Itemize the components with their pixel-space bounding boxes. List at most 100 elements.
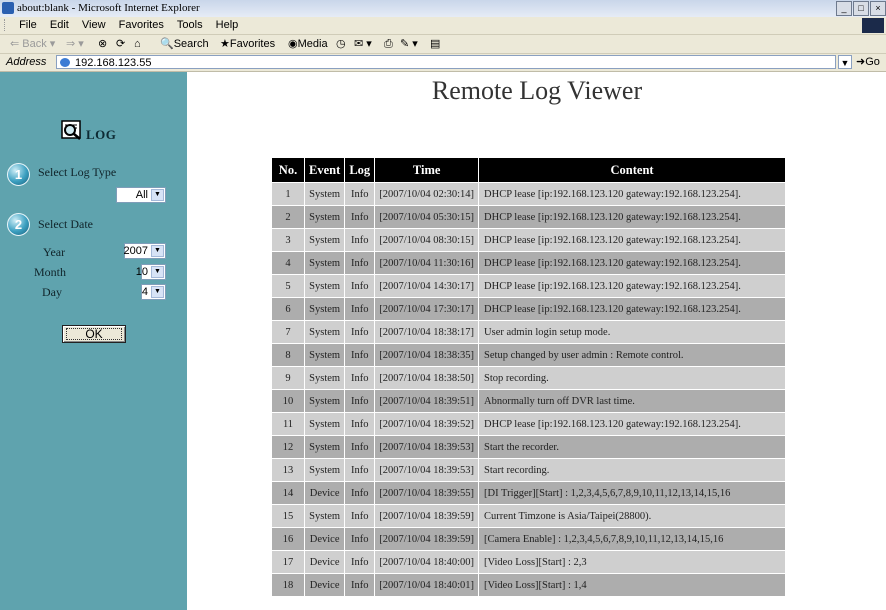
log-table: No. Event Log Time Content 1 System Info [2…: [271, 157, 787, 597]
address-dropdown-button[interactable]: ▼: [838, 55, 852, 69]
search-icon: 🔍: [160, 38, 174, 50]
ok-focus-ring: [66, 328, 122, 340]
step-2-badge: 2: [7, 213, 30, 236]
month-select[interactable]: 10 ▼: [136, 264, 166, 280]
cell-time: [2007/10/04 18:39:59]: [374, 527, 480, 551]
cell-time: [2007/10/04 02:30:14]: [374, 182, 480, 206]
cell-event: System: [303, 458, 346, 482]
discuss-icon[interactable]: ▤: [430, 35, 440, 53]
cell-event: System: [303, 343, 346, 367]
edit-icon[interactable]: ✎ ▾: [400, 35, 418, 53]
media-icon: ◉: [288, 38, 298, 50]
window-controls: _ □ ×: [835, 1, 886, 16]
cell-log: Info: [344, 343, 376, 367]
cell-event: System: [303, 228, 346, 252]
table-row: 5 System Info [2007/10/04 14:30:17] DHCP lea…: [271, 274, 787, 298]
cell-time: [2007/10/04 18:38:50]: [374, 366, 480, 390]
ok-button[interactable]: OK: [62, 325, 126, 343]
log-type-value: All: [135, 189, 148, 201]
cell-content: Start the recorder.: [478, 435, 787, 459]
table-row: 10 System Info [2007/10/04 18:39:51] Abnorma…: [271, 389, 787, 413]
ie-icon: [2, 2, 14, 14]
media-label: Media: [297, 38, 328, 50]
table-row: 17 Device Info [2007/10/04 18:40:00] [Video …: [271, 550, 787, 574]
cell-log: Info: [344, 182, 376, 206]
cell-event: System: [303, 205, 346, 229]
cell-content: DHCP lease [ip:192.168.123.120 gateway:1…: [478, 297, 787, 321]
menu-favorites[interactable]: Favorites: [114, 17, 169, 34]
cell-no: 1: [271, 182, 305, 206]
cell-no: 15: [271, 504, 305, 528]
menu-edit[interactable]: Edit: [45, 17, 74, 34]
cell-time: [2007/10/04 17:30:17]: [374, 297, 480, 321]
cell-content: DHCP lease [ip:192.168.123.120 gateway:1…: [478, 274, 787, 298]
maximize-button[interactable]: □: [853, 1, 869, 16]
search-label: Search: [173, 38, 209, 50]
media-button[interactable]: ◉Media: [288, 35, 328, 53]
address-input[interactable]: 192.168.123.55: [56, 55, 836, 69]
cell-event: System: [303, 412, 346, 436]
page-title: Remote Log Viewer: [431, 76, 643, 105]
chevron-down-icon: ▼: [151, 266, 164, 278]
home-icon[interactable]: ⌂: [134, 35, 141, 53]
menu-file[interactable]: File: [14, 17, 42, 34]
cell-log: Info: [344, 274, 376, 298]
select-log-type-label: Select Log Type: [38, 165, 117, 179]
cell-time: [2007/10/04 14:30:17]: [374, 274, 480, 298]
table-row: 15 System Info [2007/10/04 18:39:59] Current…: [271, 504, 787, 528]
cell-event: System: [303, 320, 346, 344]
toolbar-grip[interactable]: [4, 19, 8, 31]
print-icon[interactable]: ⎙: [384, 35, 393, 53]
mail-icon[interactable]: ✉ ▾: [354, 35, 372, 53]
menu-view[interactable]: View: [77, 17, 111, 34]
forward-button[interactable]: ⇒ ▾: [66, 35, 84, 53]
close-button[interactable]: ×: [870, 1, 886, 16]
year-value: 2007: [123, 245, 148, 257]
cell-content: DHCP lease [ip:192.168.123.120 gateway:1…: [478, 412, 787, 436]
back-arrow-icon: ⇐: [10, 38, 20, 50]
cell-log: Info: [344, 527, 376, 551]
cell-content: DHCP lease [ip:192.168.123.120 gateway:1…: [478, 251, 787, 275]
cell-log: Info: [344, 481, 376, 505]
favorites-button[interactable]: ★Favorites: [220, 35, 275, 53]
cell-time: [2007/10/04 18:39:53]: [374, 458, 480, 482]
cell-log: Info: [344, 205, 376, 229]
cell-time: [2007/10/04 18:39:55]: [374, 481, 480, 505]
month-value: 10: [135, 266, 148, 278]
cell-event: Device: [303, 481, 346, 505]
favorites-label: Favorites: [229, 38, 276, 50]
cell-log: Info: [344, 366, 376, 390]
year-select[interactable]: 2007 ▼: [124, 243, 166, 259]
table-row: 12 System Info [2007/10/04 18:39:53] Start t…: [271, 435, 787, 459]
minimize-button[interactable]: _: [836, 1, 852, 16]
cell-time: [2007/10/04 18:39:51]: [374, 389, 480, 413]
history-icon[interactable]: ◷: [336, 35, 346, 53]
cell-log: Info: [344, 412, 376, 436]
cell-no: 6: [271, 297, 305, 321]
cell-log: Info: [344, 297, 376, 321]
col-header-no: No.: [271, 157, 305, 183]
menu-tools[interactable]: Tools: [172, 17, 208, 34]
cell-event: System: [303, 182, 346, 206]
go-button[interactable]: ➜Go: [856, 54, 880, 71]
cell-event: Device: [303, 573, 346, 597]
cell-time: [2007/10/04 18:39:59]: [374, 504, 480, 528]
cell-content: Stop recording.: [478, 366, 787, 390]
day-select[interactable]: 4 ▼: [141, 284, 166, 300]
go-arrow-icon: ➜: [856, 56, 866, 68]
stop-icon[interactable]: ⊗: [98, 35, 107, 53]
menu-help[interactable]: Help: [211, 17, 244, 34]
log-type-select[interactable]: All ▼: [116, 187, 166, 203]
cell-no: 17: [271, 550, 305, 574]
cell-log: Info: [344, 435, 376, 459]
cell-time: [2007/10/04 05:30:15]: [374, 205, 480, 229]
cell-content: Current Timzone is Asia/Taipei(28800).: [478, 504, 787, 528]
search-button[interactable]: 🔍Search: [160, 35, 209, 53]
table-row: 13 System Info [2007/10/04 18:39:53] Start r…: [271, 458, 787, 482]
back-button[interactable]: ⇐ Back ▾: [10, 35, 55, 53]
col-header-log: Log: [344, 157, 376, 183]
cell-no: 8: [271, 343, 305, 367]
day-label: Day: [42, 285, 62, 299]
cell-event: System: [303, 297, 346, 321]
refresh-icon[interactable]: ⟳: [116, 35, 125, 53]
